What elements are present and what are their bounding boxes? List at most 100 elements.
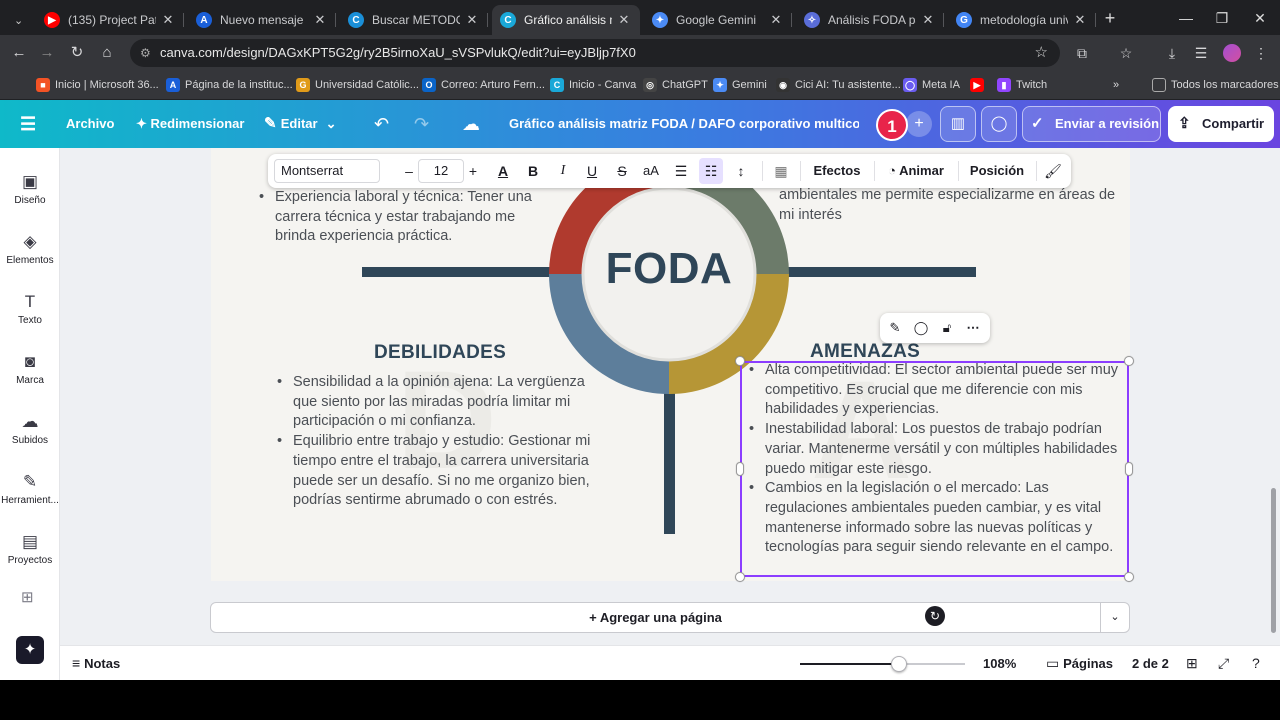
close-window-icon[interactable]: ✕ xyxy=(1240,8,1280,28)
home-icon[interactable]: ⌂ xyxy=(96,42,118,64)
bookmark-item[interactable]: ◉ Cici AI: Tu asistente... xyxy=(776,76,901,94)
text-case-icon[interactable]: aA xyxy=(640,154,662,188)
bullet-list-icon[interactable]: ☷ xyxy=(699,158,723,184)
bookmark-star-icon[interactable]: ☆ xyxy=(1035,39,1048,67)
sync-icon[interactable]: ↻ xyxy=(925,606,945,626)
site-info-icon[interactable]: ⚙ xyxy=(140,39,151,67)
browser-tab[interactable]: ✦ Google Gemini ✕ xyxy=(644,5,792,35)
resize-handle-right[interactable] xyxy=(1125,462,1133,476)
rail-item[interactable]: ◈ Elementos xyxy=(0,230,60,280)
zoom-slider[interactable] xyxy=(800,656,965,672)
rail-item[interactable]: ☁ Subidos xyxy=(0,410,60,460)
menu-editar[interactable]: ✎ Editar ⌄ xyxy=(264,100,337,148)
forward-icon[interactable]: → xyxy=(36,42,58,64)
bookmark-item[interactable]: ◎ ChatGPT xyxy=(643,76,708,94)
copy-style-icon[interactable]: 🖌︎ xyxy=(1042,154,1064,188)
menu-redimensionar[interactable]: ✦ Redimensionar xyxy=(136,100,244,148)
extensions-icon[interactable]: ⧉ xyxy=(1071,42,1093,64)
close-tab-icon[interactable]: ✕ xyxy=(464,12,480,28)
position-button[interactable]: Posición xyxy=(966,154,1028,188)
undo-icon[interactable]: ↶ xyxy=(374,100,389,148)
strengths-text[interactable]: Experiencia laboral y técnica: Tener una… xyxy=(257,188,557,247)
tab-search-button[interactable]: ⌄ xyxy=(6,5,36,35)
zoom-level[interactable]: 108% xyxy=(983,646,1016,681)
close-tab-icon[interactable]: ✕ xyxy=(312,12,328,28)
comment-icon[interactable]: ◯ xyxy=(981,106,1017,142)
add-collaborator-button[interactable]: + xyxy=(906,111,932,137)
bookmark-item[interactable]: C Inicio - Canva xyxy=(550,76,636,94)
restore-icon[interactable]: ❐ xyxy=(1202,8,1242,28)
more-options-icon[interactable]: ⋯ xyxy=(962,313,984,343)
lock-icon[interactable]: 🔓︎ xyxy=(936,313,958,343)
zoom-slider-thumb[interactable] xyxy=(891,656,907,672)
insights-icon[interactable]: ▥ xyxy=(940,106,976,142)
back-icon[interactable]: ← xyxy=(8,42,30,64)
decrease-size-button[interactable]: – xyxy=(400,154,418,188)
close-tab-icon[interactable]: ✕ xyxy=(616,12,632,28)
collaborator-avatar[interactable]: 1 xyxy=(876,109,908,141)
bold-icon[interactable]: B xyxy=(522,154,544,188)
apps-icon[interactable]: ⊞ xyxy=(21,588,34,606)
new-tab-button[interactable]: + xyxy=(1100,8,1120,28)
address-bar[interactable]: ⚙ canva.com/design/DAGxKPT5G2g/ry2B5irno… xyxy=(130,39,1060,67)
rail-item[interactable]: ▣ Diseño xyxy=(0,170,60,220)
resize-handle-bl[interactable] xyxy=(735,572,745,582)
menu-icon[interactable]: ⋮ xyxy=(1250,42,1272,64)
add-comment-icon[interactable]: ◯ xyxy=(910,313,932,343)
menu-archivo[interactable]: Archivo xyxy=(66,100,114,148)
add-page-button[interactable]: + Agregar una página xyxy=(210,602,1101,633)
bookmark-item[interactable]: ■ Inicio | Microsoft 36... xyxy=(36,76,159,94)
animate-button[interactable]: ◔ Animar xyxy=(882,154,950,188)
all-bookmarks[interactable]: Todos los marcadores xyxy=(1152,76,1279,94)
close-tab-icon[interactable]: ✕ xyxy=(1072,12,1088,28)
bookmark-item[interactable]: A Página de la instituc... xyxy=(166,76,293,94)
grid-view-icon[interactable]: ⊞ xyxy=(1186,646,1198,681)
bookmark-item[interactable]: ✦ Gemini xyxy=(713,76,767,94)
minimize-icon[interactable]: — xyxy=(1166,8,1206,28)
download-icon[interactable]: ⤓ xyxy=(1161,42,1183,64)
browser-tab[interactable]: C Gráfico análisis matriz ✕ xyxy=(492,5,640,35)
send-review-button[interactable]: ✓ Enviar a revisión xyxy=(1022,106,1161,142)
italic-icon[interactable]: I xyxy=(552,154,574,188)
font-family-select[interactable]: Montserrat xyxy=(274,159,380,183)
bookmark-item[interactable]: ▮ Twitch xyxy=(997,76,1047,94)
share-button[interactable]: ⇪ Compartir xyxy=(1168,106,1274,142)
cloud-saved-icon[interactable]: ☁ xyxy=(462,100,480,148)
document-title[interactable]: Gráfico análisis matriz FODA / DAFO corp… xyxy=(509,100,859,148)
resize-handle-br[interactable] xyxy=(1124,572,1134,582)
bookmark-item[interactable]: G Universidad Católic... xyxy=(296,76,419,94)
bookmark-item[interactable]: ▶ xyxy=(970,76,989,94)
opportunities-text[interactable]: ambientales me permite especializarme en… xyxy=(779,186,1119,225)
close-tab-icon[interactable]: ✕ xyxy=(160,12,176,28)
close-tab-icon[interactable]: ✕ xyxy=(768,12,784,28)
rail-item[interactable]: T Texto xyxy=(0,290,60,340)
align-left-icon[interactable]: ☰ xyxy=(670,154,692,188)
weaknesses-text[interactable]: Sensibilidad a la opinión ajena: La verg… xyxy=(275,373,595,511)
resize-handle-left[interactable] xyxy=(736,462,744,476)
bookmark-item[interactable]: ◯ Meta IA xyxy=(903,76,960,94)
effects-button[interactable]: Efectos xyxy=(808,154,866,188)
browser-tab[interactable]: ✧ Análisis FODA para la ✕ xyxy=(796,5,944,35)
rail-item[interactable]: ✎ Herramient... xyxy=(0,470,60,520)
strikethrough-icon[interactable]: S xyxy=(611,154,633,188)
fullscreen-icon[interactable]: ⤢ xyxy=(1218,646,1229,681)
resize-handle-tl[interactable] xyxy=(735,356,745,366)
text-color-icon[interactable]: A xyxy=(492,154,514,188)
browser-tab[interactable]: C Buscar METODOLOGÍA ✕ xyxy=(340,5,488,35)
magic-assistant-button[interactable]: ✦ xyxy=(16,636,44,664)
bookmark-item[interactable]: O Correo: Arturo Fern... xyxy=(422,76,545,94)
close-tab-icon[interactable]: ✕ xyxy=(920,12,936,28)
reload-icon[interactable]: ↻ xyxy=(66,42,88,64)
underline-icon[interactable]: U xyxy=(581,154,603,188)
profile-avatar[interactable] xyxy=(1223,44,1241,62)
resize-handle-tr[interactable] xyxy=(1124,356,1134,366)
browser-tab[interactable]: Gmetodología univers ✕ xyxy=(948,5,1096,35)
rail-item[interactable]: ▤ Proyectos xyxy=(0,530,60,580)
increase-size-button[interactable]: + xyxy=(464,154,482,188)
vertical-scrollbar[interactable] xyxy=(1271,488,1276,633)
spacing-icon[interactable]: ↕ xyxy=(730,154,752,188)
font-size-input[interactable]: 12 xyxy=(418,159,464,183)
pages-button[interactable]: ▭ Páginas xyxy=(1046,646,1113,681)
browser-tab[interactable]: A Nuevo mensaje ✕ xyxy=(188,5,336,35)
rail-item[interactable]: ◙ Marca xyxy=(0,350,60,400)
